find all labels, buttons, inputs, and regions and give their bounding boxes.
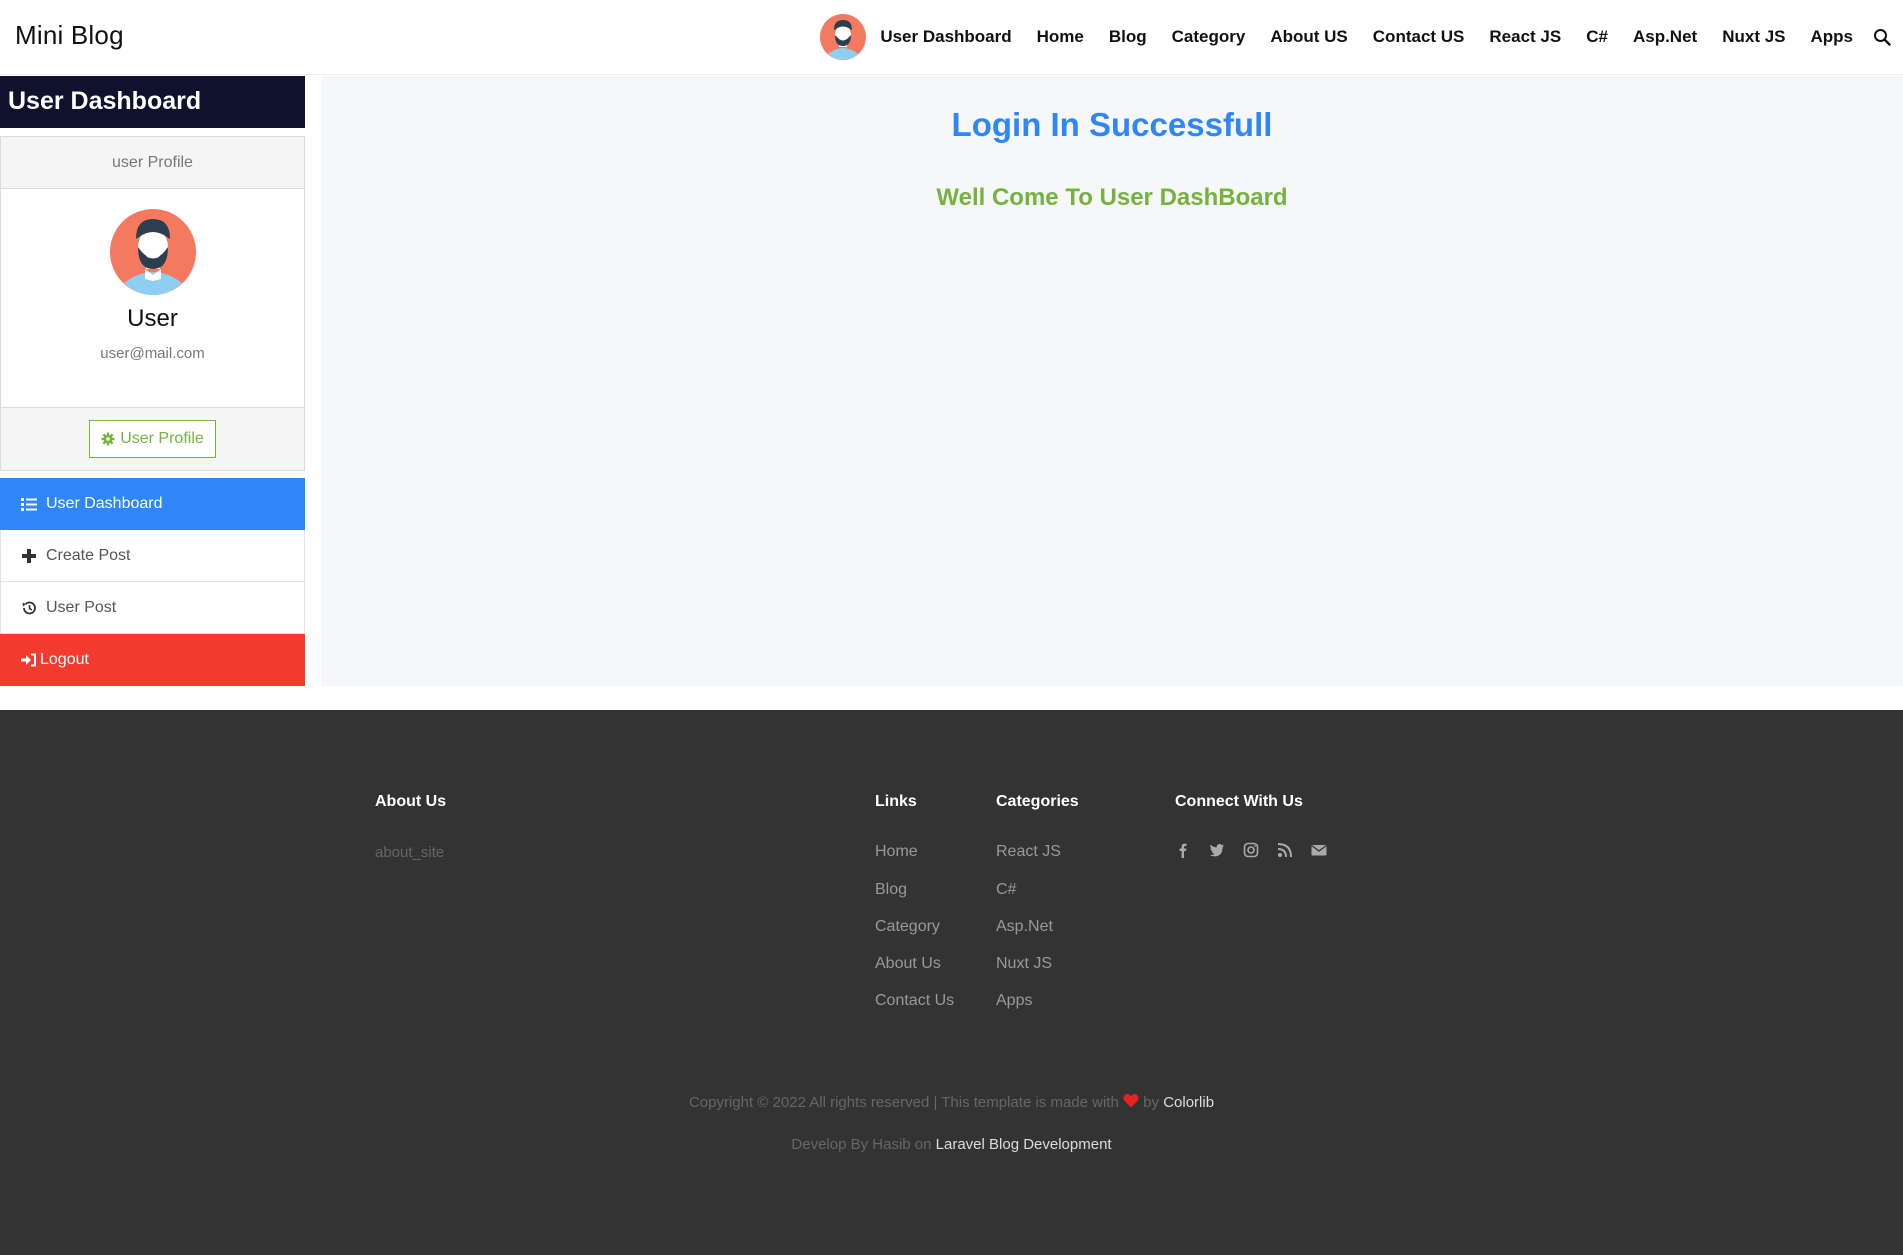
page-subtitle: Well Come To User DashBoard — [936, 184, 1288, 211]
profile-card-footer: User Profile — [1, 407, 304, 470]
plus-icon — [22, 548, 36, 563]
nav-apps[interactable]: Apps — [1811, 27, 1854, 47]
footer-link-blog[interactable]: Blog — [875, 881, 907, 899]
nav-category[interactable]: Category — [1172, 27, 1246, 47]
sidebar-item-logout[interactable]: Logout — [0, 634, 305, 686]
nav-user-dashboard[interactable]: User Dashboard — [880, 27, 1011, 47]
nav-blog[interactable]: Blog — [1109, 27, 1147, 47]
nav-about-us[interactable]: About US — [1270, 27, 1347, 47]
sidebar-item-user-post[interactable]: User Post — [0, 582, 305, 634]
nav-csharp[interactable]: C# — [1586, 27, 1608, 47]
profile-card-header: user Profile — [1, 137, 304, 189]
sidebar-item-label: Create Post — [46, 546, 131, 564]
nav-contact-us[interactable]: Contact US — [1373, 27, 1465, 47]
sidebar-menu: User Dashboard Create Post User Post Log… — [0, 478, 305, 686]
user-profile-button-label: User Profile — [120, 430, 204, 447]
profile-card: user Profile User user@mail.com User Pro… — [0, 136, 305, 471]
envelope-icon[interactable] — [1311, 842, 1327, 858]
sidebar-item-label: Logout — [40, 650, 89, 668]
footer-about-title: About Us — [375, 793, 447, 810]
user-profile-button[interactable]: User Profile — [89, 420, 216, 458]
footer-link-about-us[interactable]: About Us — [875, 955, 941, 973]
footer-connect-title: Connect With Us — [1175, 793, 1303, 810]
footer-category-csharp[interactable]: C# — [996, 881, 1016, 899]
footer-link-home[interactable]: Home — [875, 843, 918, 861]
developer-credit: Develop By Hasib on Laravel Blog Develop… — [0, 1136, 1903, 1153]
search-icon[interactable] — [1873, 28, 1891, 46]
instagram-icon[interactable] — [1243, 842, 1259, 858]
nav-asp-net[interactable]: Asp.Net — [1633, 27, 1697, 47]
profile-email: user@mail.com — [100, 345, 205, 362]
top-navbar: Mini Blog User Dashboard Home Blog Categ… — [0, 0, 1903, 75]
copyright-prefix: Copyright © 2022 All rights reserved | T… — [688, 1094, 1119, 1111]
facebook-icon[interactable] — [1175, 842, 1191, 858]
footer-about-text: about_site — [375, 844, 445, 861]
history-icon — [22, 601, 36, 614]
developer-prefix: Develop By Hasib on — [791, 1136, 932, 1153]
social-links — [1175, 842, 1327, 858]
footer: About Us about_site Links Home Blog Cate… — [0, 710, 1903, 1255]
footer-links-title: Links — [875, 793, 917, 810]
copyright-text: Copyright © 2022 All rights reserved | T… — [0, 1093, 1903, 1111]
profile-name: User — [127, 305, 178, 332]
main-content: Login In Successfull Well Come To User D… — [321, 76, 1903, 686]
footer-category-react-js[interactable]: React JS — [996, 843, 1061, 861]
sidebar-item-label: User Dashboard — [46, 494, 163, 512]
nav-nuxt-js[interactable]: Nuxt JS — [1722, 27, 1785, 47]
copyright-by: by — [1143, 1094, 1160, 1111]
footer-category-apps[interactable]: Apps — [996, 992, 1032, 1010]
main-nav: User Dashboard Home Blog Category About … — [820, 13, 1891, 60]
twitter-icon[interactable] — [1209, 842, 1225, 858]
developer-link[interactable]: Laravel Blog Development — [936, 1136, 1112, 1153]
footer-link-category[interactable]: Category — [875, 918, 940, 936]
footer-category-asp-net[interactable]: Asp.Net — [996, 918, 1053, 936]
sidebar-title: User Dashboard — [0, 76, 305, 128]
sidebar: User Dashboard user Profile User user@ma… — [0, 76, 305, 686]
sidebar-item-create-post[interactable]: Create Post — [0, 530, 305, 582]
sign-in-icon — [21, 653, 36, 666]
profile-card-body: User user@mail.com — [1, 189, 304, 407]
rss-icon[interactable] — [1277, 842, 1293, 858]
heart-icon — [1123, 1093, 1139, 1108]
sidebar-item-user-dashboard[interactable]: User Dashboard — [0, 478, 305, 530]
gear-icon — [101, 432, 115, 446]
avatar — [109, 209, 196, 295]
nav-home[interactable]: Home — [1037, 27, 1084, 47]
list-icon — [21, 497, 37, 511]
footer-category-nuxt-js[interactable]: Nuxt JS — [996, 955, 1052, 973]
footer-categories-title: Categories — [996, 793, 1079, 810]
page-title: Login In Successfull — [951, 106, 1273, 143]
brand-logo[interactable]: Mini Blog — [15, 20, 124, 51]
user-avatar-icon[interactable] — [820, 13, 867, 60]
footer-link-contact-us[interactable]: Contact Us — [875, 992, 954, 1010]
nav-react-js[interactable]: React JS — [1489, 27, 1561, 47]
sidebar-item-label: User Post — [46, 598, 117, 616]
colorlib-link[interactable]: Colorlib — [1163, 1094, 1214, 1111]
